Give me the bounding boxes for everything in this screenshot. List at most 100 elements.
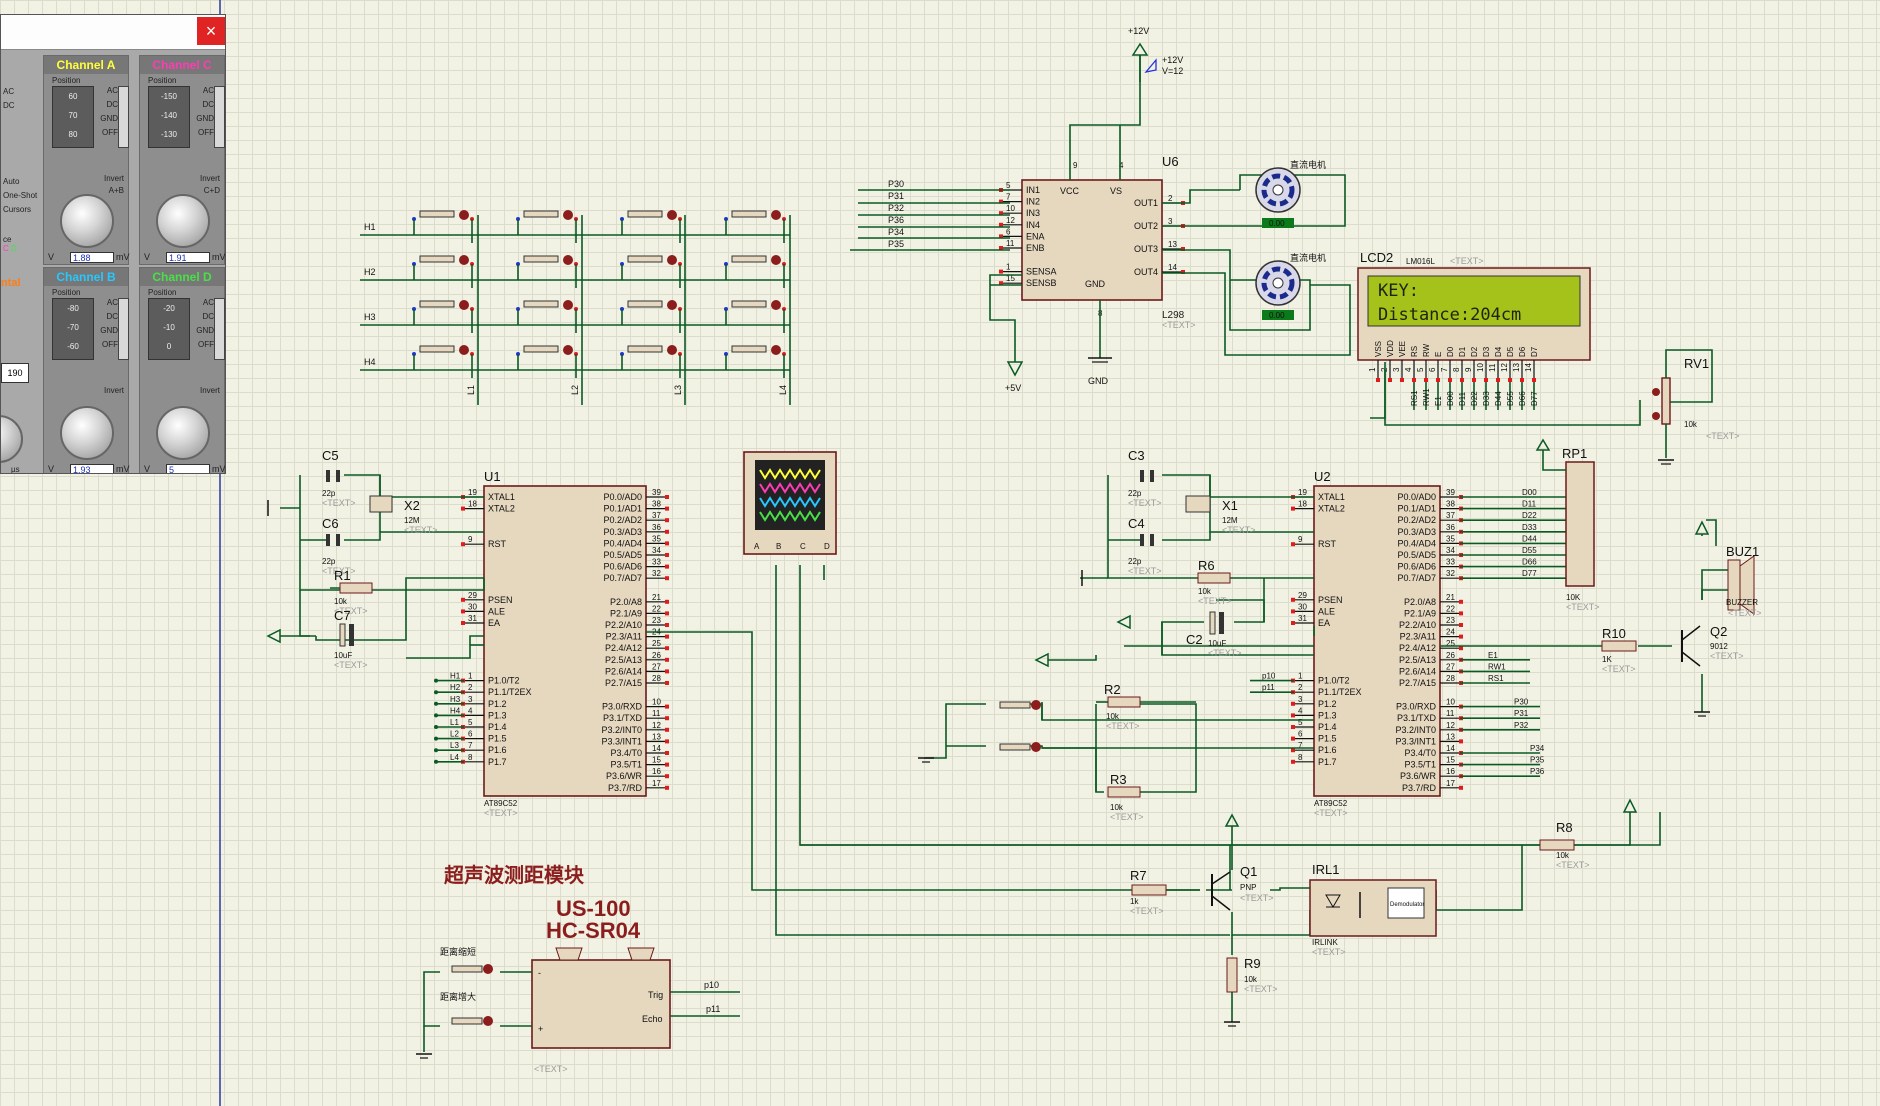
channel-a-panel[interactable]: Channel A Position 60 70 80 AC DC GND OF…	[43, 55, 130, 265]
unit-left: V	[144, 464, 151, 474]
coupling-switch[interactable]	[214, 86, 225, 148]
u2-microcontroller[interactable]: U2 AT89C52 <TEXT> 19 XTAL118 XTAL29 RST29 PS…	[1250, 469, 1566, 818]
coupling-option[interactable]: AC	[96, 84, 118, 98]
coupling-switch[interactable]	[118, 86, 129, 148]
increase-distance-button[interactable]	[451, 1016, 493, 1026]
coupling-option[interactable]: OFF	[96, 126, 118, 140]
pin-number: 36	[1446, 523, 1455, 532]
net-label: P35	[888, 239, 904, 249]
keypad-button[interactable]	[412, 345, 474, 378]
pin-number: 1	[1298, 672, 1303, 681]
keypad-button[interactable]	[516, 255, 578, 288]
close-button[interactable]: ×	[197, 17, 225, 45]
oscilloscope-window[interactable]: × AC DC Auto One-Shot Cursors ce C D nta…	[0, 14, 226, 474]
coupling-option[interactable]: GND	[96, 324, 118, 338]
keypad-button[interactable]	[724, 345, 786, 378]
schematic-canvas[interactable]: H1 H2 H3 H4 L1 L2 L3 L4 U6 L298 <TEXT> V…	[0, 0, 1880, 1106]
irl-part: IRLINK	[1312, 938, 1338, 947]
pin-number: 39	[652, 488, 661, 497]
channel-d-panel[interactable]: Channel D Position -20 -10 0 AC DC GND O…	[139, 267, 225, 474]
timebase-knob[interactable]	[1, 415, 23, 463]
keypad-button[interactable]	[724, 210, 786, 243]
pin-name: P0.0/AD0	[603, 492, 642, 502]
position-slider[interactable]: -150 -140 -130	[148, 86, 190, 148]
coupling-option[interactable]: OFF	[192, 126, 214, 140]
u2-input-buttons[interactable]: R2 10k <TEXT> R3 10k <TEXT>	[918, 682, 1314, 822]
keypad-button[interactable]	[412, 210, 474, 243]
q1-part: PNP	[1240, 883, 1256, 892]
coupling-switch[interactable]	[118, 298, 129, 360]
volts-per-div-knob[interactable]	[60, 406, 114, 460]
coupling-option[interactable]: GND	[192, 324, 214, 338]
button-label: 距离缩短	[440, 946, 476, 957]
lcd-display[interactable]: KEY: Distance:204cm LCD2 LM016L <TEXT> V…	[1357, 250, 1591, 410]
buzzer-circuit[interactable]: BUZ1 BUZZER <TEXT> Q2 9012 <TEXT> R10 1K…	[1440, 519, 1762, 717]
coupling-option[interactable]: GND	[192, 112, 214, 126]
coupling-option[interactable]: AC	[192, 296, 214, 310]
volts-per-div-knob[interactable]	[60, 194, 114, 248]
pin-name: IN3	[1026, 208, 1040, 218]
pin-name: P1.4	[488, 722, 507, 732]
keypad-button[interactable]	[620, 255, 682, 288]
channel-c-panel[interactable]: Channel C Position -150 -140 -130 AC DC …	[139, 55, 225, 265]
keypad-button[interactable]	[412, 255, 474, 288]
pin-name: P3.7/RD	[1402, 783, 1437, 793]
timebase-field[interactable]: 190	[1, 363, 29, 383]
keypad-matrix[interactable]: H1 H2 H3 H4 L1 L2 L3 L4	[360, 210, 791, 405]
pin-number: 26	[652, 651, 661, 660]
coupling-option[interactable]: DC	[96, 98, 118, 112]
channel-value-field[interactable]: 1.91	[166, 252, 210, 263]
ir-circuit[interactable]: Demodulator IRL1 IRLINK <TEXT> Q1 PNP <T…	[800, 798, 1638, 1027]
pin-number: 4	[468, 706, 473, 715]
keypad-button[interactable]	[620, 345, 682, 378]
keypad-button[interactable]	[412, 300, 474, 333]
position-slider[interactable]: 60 70 80	[52, 86, 94, 148]
keypad-button[interactable]	[620, 300, 682, 333]
coupling-option[interactable]: DC	[96, 310, 118, 324]
coupling-option[interactable]: OFF	[96, 338, 118, 352]
net-label: D33	[1482, 391, 1491, 406]
channel-value-field[interactable]: 1.88	[70, 252, 114, 263]
oscilloscope-titlebar[interactable]: ×	[1, 15, 225, 50]
coupling-option[interactable]: AC	[96, 296, 118, 310]
rp1-resistor-pack[interactable]: RP1 10K <TEXT>	[1535, 438, 1600, 612]
coupling-option[interactable]: OFF	[192, 338, 214, 352]
pin-name: P1.4	[1318, 722, 1337, 732]
u2-clock-circuit[interactable]: C3 22p <TEXT> C4 22p <TEXT> R6 10k <TEXT…	[1034, 448, 1315, 668]
pin-number: 37	[1446, 511, 1455, 520]
keypad-button[interactable]	[724, 300, 786, 333]
coupling-option[interactable]: DC	[192, 310, 214, 324]
virtual-oscilloscope-instrument[interactable]: A B C D	[743, 451, 837, 555]
dc-motor-1[interactable]: 0.00 直流电机	[1255, 159, 1326, 228]
volts-per-div-knob[interactable]	[156, 406, 210, 460]
channel-value-field[interactable]: 5	[166, 464, 210, 473]
position-slider[interactable]: -80 -70 -60	[52, 298, 94, 360]
dc-motor-2[interactable]: 0.00 直流电机	[1255, 252, 1326, 320]
coupling-option[interactable]: DC	[192, 98, 214, 112]
pin-number: 21	[1446, 593, 1455, 602]
ultrasonic-module[interactable]: 超声波测距模块 US-100 HC-SR04 Trig Echo - + <TE…	[416, 863, 740, 1074]
keypad-button[interactable]	[620, 210, 682, 243]
coupling-switch[interactable]	[214, 298, 225, 360]
keypad-button[interactable]	[516, 300, 578, 333]
coupling-option[interactable]: AC	[192, 84, 214, 98]
lcd-pin-name: D0	[1446, 346, 1455, 357]
shorten-distance-button[interactable]	[451, 964, 493, 974]
lcd-part: LM016L	[1406, 257, 1435, 266]
channel-value-field[interactable]: 1.93	[70, 464, 114, 473]
keypad-button[interactable]	[516, 210, 578, 243]
rp1-text: <TEXT>	[1566, 602, 1600, 612]
keypad-button[interactable]	[516, 345, 578, 378]
position-slider[interactable]: -20 -10 0	[148, 298, 190, 360]
volts-per-div-knob[interactable]	[156, 194, 210, 248]
lcd-pin-name: D3	[1482, 346, 1491, 357]
pin-name: P3.1/TXD	[1397, 713, 1437, 723]
coupling-option[interactable]: GND	[96, 112, 118, 126]
channel-b-panel[interactable]: Channel B Position -80 -70 -60 AC DC GND…	[43, 267, 130, 473]
pin-name: OUT3	[1134, 244, 1158, 254]
pin-name: IN2	[1026, 197, 1040, 207]
pin-number: 25	[1446, 639, 1455, 648]
keypad-button[interactable]	[724, 255, 786, 288]
u1-clock-circuit[interactable]: C5 22p <TEXT> C6 22p <TEXT> R1 10k <TEXT…	[266, 448, 485, 670]
resistor-value: 1k	[1130, 897, 1139, 906]
